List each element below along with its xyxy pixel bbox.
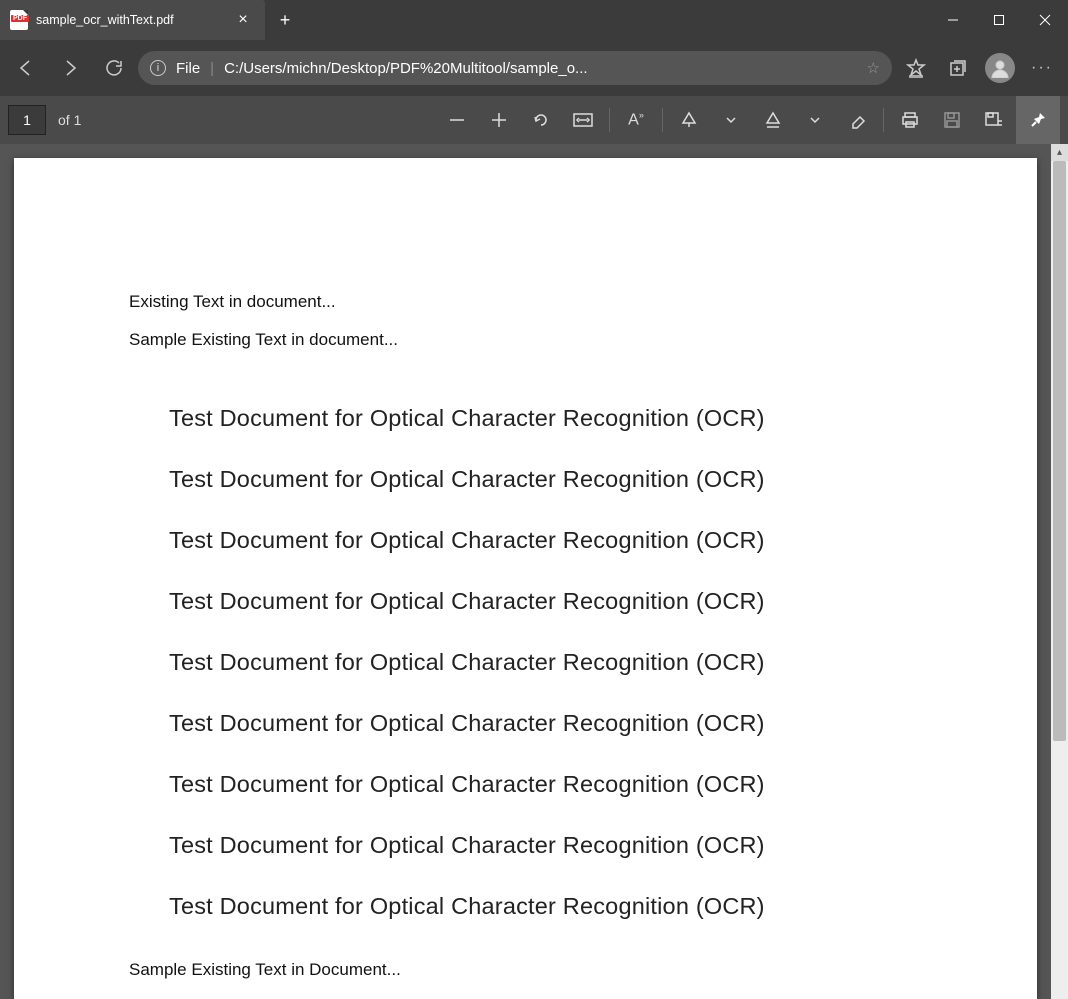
- menu-button[interactable]: ···: [1022, 48, 1062, 88]
- print-button[interactable]: [890, 101, 930, 139]
- save-button[interactable]: [932, 101, 972, 139]
- pdf-toolbar: of 1 A»: [0, 96, 1068, 144]
- scrollbar-thumb[interactable]: [1053, 161, 1066, 741]
- save-as-button[interactable]: [974, 101, 1014, 139]
- ocr-text-line: Test Document for Optical Character Reco…: [169, 710, 922, 737]
- collections-icon[interactable]: [938, 48, 978, 88]
- close-window-button[interactable]: [1022, 0, 1068, 40]
- address-bar[interactable]: i File | C:/Users/michn/Desktop/PDF%20Mu…: [138, 51, 892, 85]
- window-controls: [930, 0, 1068, 40]
- erase-button[interactable]: [837, 101, 877, 139]
- favorite-star-icon[interactable]: ☆: [867, 59, 880, 77]
- new-tab-button[interactable]: +: [265, 0, 305, 40]
- fit-page-button[interactable]: [563, 101, 603, 139]
- avatar-icon: [985, 53, 1015, 83]
- forward-button[interactable]: [50, 48, 90, 88]
- url-path: C:/Users/michn/Desktop/PDF%20Multitool/s…: [224, 60, 856, 77]
- highlight-button[interactable]: [753, 101, 793, 139]
- profile-button[interactable]: [980, 48, 1020, 88]
- titlebar: sample_ocr_withText.pdf × +: [0, 0, 1068, 40]
- ocr-text-line: Test Document for Optical Character Reco…: [169, 466, 922, 493]
- minimize-button[interactable]: [930, 0, 976, 40]
- favorites-icon[interactable]: [896, 48, 936, 88]
- browser-tab[interactable]: sample_ocr_withText.pdf ×: [0, 0, 265, 40]
- ocr-text-line: Test Document for Optical Character Reco…: [169, 771, 922, 798]
- page-scroll-area[interactable]: Existing Text in document... Sample Exis…: [0, 144, 1051, 999]
- ocr-text-line: Test Document for Optical Character Reco…: [169, 527, 922, 554]
- pdf-file-icon: [10, 10, 28, 30]
- doc-text-line: Sample Existing Text in document...: [129, 330, 922, 350]
- navbar: i File | C:/Users/michn/Desktop/PDF%20Mu…: [0, 40, 1068, 96]
- read-aloud-button[interactable]: A»: [616, 101, 656, 139]
- url-scheme: File: [176, 60, 200, 77]
- page-number-input[interactable]: [8, 105, 46, 135]
- toolbar-divider: [883, 108, 884, 132]
- pdf-page: Existing Text in document... Sample Exis…: [14, 158, 1037, 999]
- doc-text-line: Existing Text in document...: [129, 292, 922, 312]
- back-button[interactable]: [6, 48, 46, 88]
- pin-toolbar-button[interactable]: [1016, 96, 1060, 144]
- ocr-text-line: Test Document for Optical Character Reco…: [169, 893, 922, 920]
- toolbar-divider: [609, 108, 610, 132]
- ocr-text-line: Test Document for Optical Character Reco…: [169, 405, 922, 432]
- zoom-in-button[interactable]: [479, 101, 519, 139]
- content-area: Existing Text in document... Sample Exis…: [0, 144, 1068, 999]
- rotate-button[interactable]: [521, 101, 561, 139]
- ocr-text-line: Test Document for Optical Character Reco…: [169, 649, 922, 676]
- toolbar-divider: [662, 108, 663, 132]
- url-divider: |: [210, 60, 214, 77]
- doc-text-line: Sample Existing Text in Document...: [129, 960, 922, 980]
- vertical-scrollbar[interactable]: [1051, 144, 1068, 999]
- page-count-label: of 1: [58, 112, 81, 128]
- highlight-dropdown[interactable]: [795, 101, 835, 139]
- refresh-button[interactable]: [94, 48, 134, 88]
- draw-dropdown[interactable]: [711, 101, 751, 139]
- info-icon[interactable]: i: [150, 60, 166, 76]
- maximize-button[interactable]: [976, 0, 1022, 40]
- ocr-text-line: Test Document for Optical Character Reco…: [169, 832, 922, 859]
- zoom-out-button[interactable]: [437, 101, 477, 139]
- close-tab-icon[interactable]: ×: [231, 8, 255, 32]
- draw-button[interactable]: [669, 101, 709, 139]
- ocr-text-line: Test Document for Optical Character Reco…: [169, 588, 922, 615]
- tab-title: sample_ocr_withText.pdf: [36, 13, 223, 27]
